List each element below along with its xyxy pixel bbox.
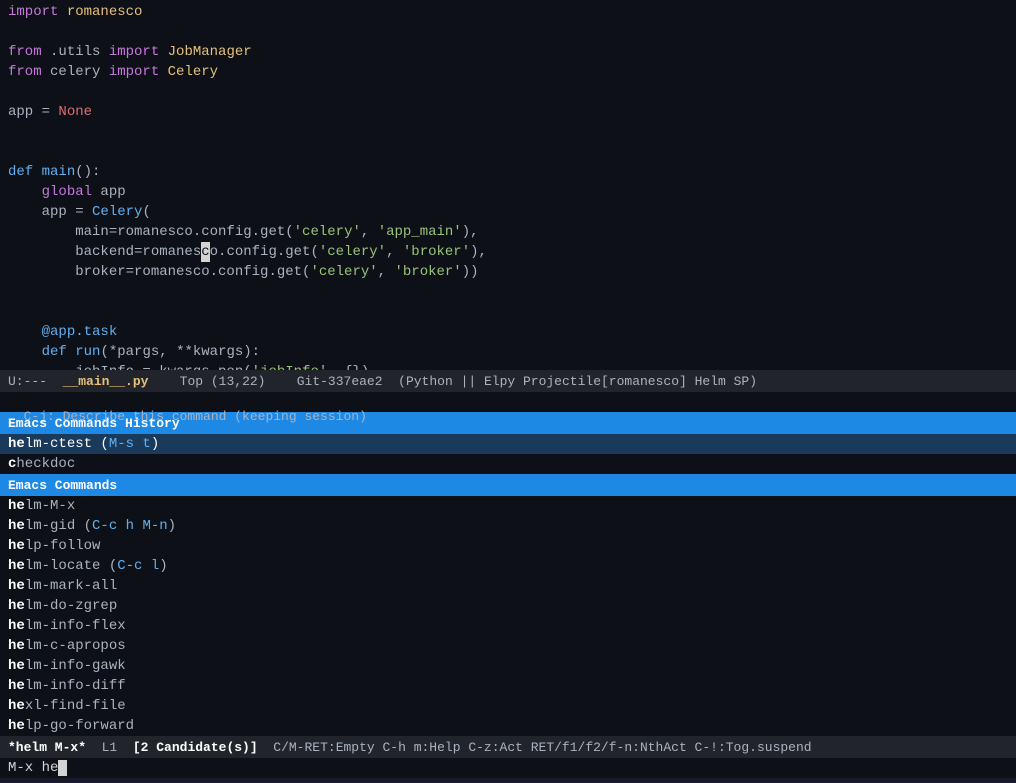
minibuffer: C-j: Describe this command (keeping sess…: [0, 392, 1016, 412]
code-line-16: [0, 302, 1016, 322]
input-value: he: [42, 760, 59, 776]
helm-cmd-item-0[interactable]: helm-M-x: [0, 496, 1016, 516]
helm-history-title: Emacs Commands History: [8, 416, 180, 431]
helm-history-item-0[interactable]: helm-ctest (M-s t): [0, 434, 1016, 454]
bottom-helm-name: *helm M-x*: [8, 740, 86, 755]
helm-item-bold-1: c: [8, 456, 16, 472]
status-gap: [266, 374, 297, 389]
code-line-1: import romanesco: [0, 2, 1016, 22]
bottom-candidates: [2 Candidate(s)]: [133, 740, 258, 755]
code-line-12: main=romanesco.config.get('celery', 'app…: [0, 222, 1016, 242]
helm-item-bold-0: he: [8, 436, 25, 452]
helm-commands-header: Emacs Commands: [0, 474, 1016, 496]
code-line-9: def main():: [0, 162, 1016, 182]
status-git: Git-337eae2: [297, 374, 383, 389]
bottom-status-bar: *helm M-x* L1 [2 Candidate(s)] C/M-RET:E…: [0, 736, 1016, 758]
code-line-15: [0, 282, 1016, 302]
helm-cmd-item-9[interactable]: helm-info-diff: [0, 676, 1016, 696]
editor-area: import romanesco from .utils import JobM…: [0, 0, 1016, 370]
input-line[interactable]: M-x he: [0, 758, 1016, 778]
helm-cmd-item-4[interactable]: helm-mark-all: [0, 576, 1016, 596]
status-mode-indicator: U:---: [8, 374, 47, 389]
keyword-import: import: [8, 2, 58, 22]
helm-cmd-item-8[interactable]: helm-info-gawk: [0, 656, 1016, 676]
helm-history-header: Emacs Commands History: [0, 412, 1016, 434]
status-mode-full: (Python || Elpy Projectile[romanesco] He…: [398, 374, 757, 389]
helm-cmd-item-10[interactable]: hexl-find-file: [0, 696, 1016, 716]
status-filename: __main__.py: [63, 374, 149, 389]
code-line-11: app = Celery(: [0, 202, 1016, 222]
code-line-18: def run(*pargs, **kwargs):: [0, 342, 1016, 362]
helm-history-item-1[interactable]: checkdoc: [0, 454, 1016, 474]
code-line-5: [0, 82, 1016, 102]
code-line-14: broker=romanesco.config.get('celery', 'b…: [0, 262, 1016, 282]
helm-cmd-item-2[interactable]: help-follow: [0, 536, 1016, 556]
status-bar: U:--- __main__.py Top (13,22) Git-337eae…: [0, 370, 1016, 392]
status-pos-text: Top (13,22): [180, 374, 266, 389]
helm-cmd-item-1[interactable]: helm-gid (C-c h M-n): [0, 516, 1016, 536]
helm-cmd-item-7[interactable]: helm-c-apropos: [0, 636, 1016, 656]
code-line-2: [0, 22, 1016, 42]
status-mode-text: [383, 374, 399, 389]
helm-item-rest-1: heckdoc: [16, 456, 75, 472]
bottom-line: L1: [102, 740, 118, 755]
code-line-8: [0, 142, 1016, 162]
helm-item-suffix-0: ): [151, 436, 168, 452]
status-position: [148, 374, 179, 389]
input-prompt: M-x: [8, 760, 42, 776]
code-line-10: global app: [0, 182, 1016, 202]
helm-item-rest-0: lm-ctest (: [25, 436, 109, 452]
code-line-13: backend=romanesco.config.get('celery', '…: [0, 242, 1016, 262]
helm-cmd-item-6[interactable]: helm-info-flex: [0, 616, 1016, 636]
input-cursor: [58, 760, 66, 776]
code-line-4: from celery import Celery: [0, 62, 1016, 82]
code-line-19: jobInfo = kwargs.pop('jobInfo', {}): [0, 362, 1016, 370]
code-line-6: app = None: [0, 102, 1016, 122]
helm-cmd-item-11[interactable]: help-go-forward: [0, 716, 1016, 736]
helm-cmd-item-5[interactable]: helm-do-zgrep: [0, 596, 1016, 616]
bottom-keys: C/M-RET:Empty C-h m:Help C-z:Act RET/f1/…: [273, 740, 811, 755]
helm-item-key-0: M-s t: [109, 436, 151, 452]
code-line-3: from .utils import JobManager: [0, 42, 1016, 62]
code-line-7: [0, 122, 1016, 142]
helm-commands-title: Emacs Commands: [8, 478, 117, 493]
code-line-17: @app.task: [0, 322, 1016, 342]
status-spacer: [47, 374, 63, 389]
helm-cmd-item-3[interactable]: helm-locate (C-c l): [0, 556, 1016, 576]
